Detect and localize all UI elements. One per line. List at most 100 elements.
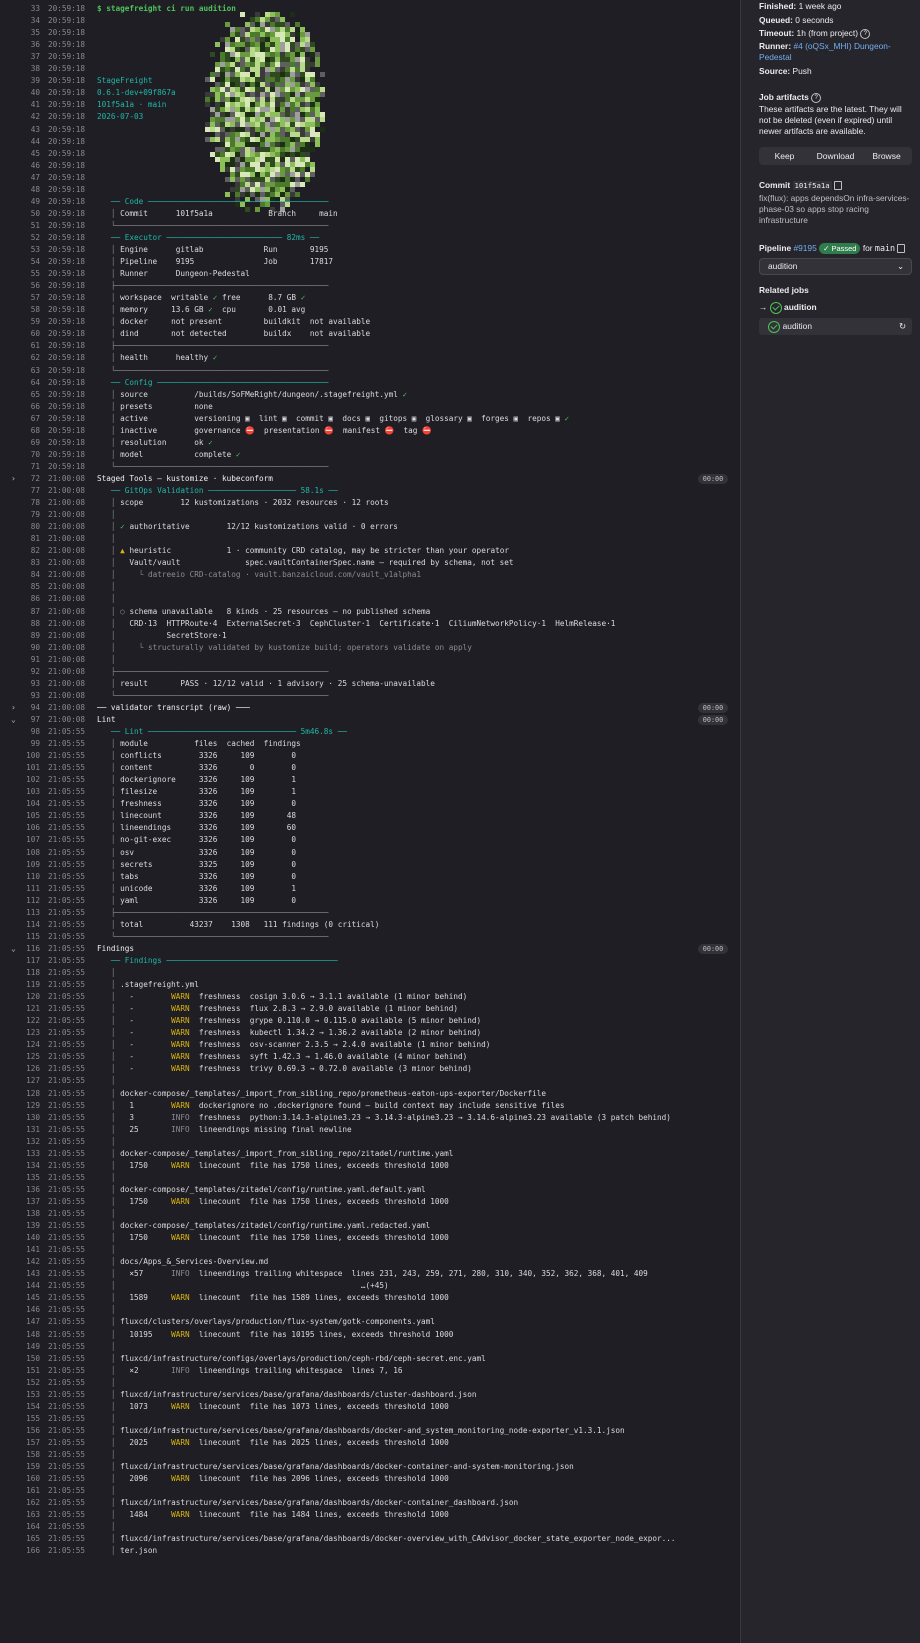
line-number[interactable]: 60 xyxy=(16,328,40,340)
line-number[interactable]: 161 xyxy=(16,1485,40,1497)
line-number[interactable]: 112 xyxy=(16,895,40,907)
line-number[interactable]: 61 xyxy=(16,340,40,352)
line-number[interactable]: 40 xyxy=(16,87,40,99)
line-number[interactable]: 163 xyxy=(16,1509,40,1521)
download-button[interactable]: Download xyxy=(810,147,861,165)
log-line[interactable]: › 94 21:00:08 ── validator transcript (raw)… xyxy=(0,702,740,714)
line-number[interactable]: 142 xyxy=(16,1256,40,1268)
help-icon[interactable]: ? xyxy=(811,92,822,103)
line-number[interactable]: 34 xyxy=(16,15,40,27)
pipeline-branch[interactable]: main xyxy=(875,243,895,253)
line-number[interactable]: 69 xyxy=(16,437,40,449)
line-number[interactable]: 101 xyxy=(16,762,40,774)
line-number[interactable]: 98 xyxy=(16,726,40,738)
line-number[interactable]: 92 xyxy=(16,666,40,678)
line-number[interactable]: 151 xyxy=(16,1365,40,1377)
line-number[interactable]: 157 xyxy=(16,1437,40,1449)
log-line[interactable]: ⌄ 116 21:05:55 Findings xyxy=(0,943,740,955)
line-number[interactable]: 36 xyxy=(16,39,40,51)
line-number[interactable]: 143 xyxy=(16,1268,40,1280)
line-number[interactable]: 132 xyxy=(16,1136,40,1148)
line-number[interactable]: 108 xyxy=(16,847,40,859)
pipeline-status-badge[interactable]: ✓ Passed xyxy=(819,243,861,254)
line-number[interactable]: 139 xyxy=(16,1220,40,1232)
line-number[interactable]: 83 xyxy=(16,557,40,569)
line-number[interactable]: 116 xyxy=(16,943,40,955)
line-number[interactable]: 124 xyxy=(16,1039,40,1051)
line-number[interactable]: 85 xyxy=(16,581,40,593)
line-number[interactable]: 164 xyxy=(16,1521,40,1533)
line-number[interactable]: 88 xyxy=(16,618,40,630)
line-number[interactable]: 107 xyxy=(16,834,40,846)
keep-button[interactable]: Keep xyxy=(759,147,810,165)
line-number[interactable]: 67 xyxy=(16,413,40,425)
line-number[interactable]: 71 xyxy=(16,461,40,473)
line-number[interactable]: 150 xyxy=(16,1353,40,1365)
line-number[interactable]: 160 xyxy=(16,1473,40,1485)
line-number[interactable]: 134 xyxy=(16,1160,40,1172)
line-number[interactable]: 145 xyxy=(16,1292,40,1304)
line-number[interactable]: 141 xyxy=(16,1244,40,1256)
line-number[interactable]: 123 xyxy=(16,1027,40,1039)
line-number[interactable]: 62 xyxy=(16,352,40,364)
line-number[interactable]: 121 xyxy=(16,1003,40,1015)
line-number[interactable]: 90 xyxy=(16,642,40,654)
line-number[interactable]: 49 xyxy=(16,196,40,208)
line-number[interactable]: 109 xyxy=(16,859,40,871)
stage-select[interactable]: audition ⌄ xyxy=(759,258,912,275)
log-line[interactable]: › 72 21:00:08 Staged Tools — kustomize · ku… xyxy=(0,473,740,485)
line-number[interactable]: 120 xyxy=(16,991,40,1003)
line-number[interactable]: 59 xyxy=(16,316,40,328)
line-number[interactable]: 48 xyxy=(16,184,40,196)
line-number[interactable]: 70 xyxy=(16,449,40,461)
line-number[interactable]: 133 xyxy=(16,1148,40,1160)
line-number[interactable]: 110 xyxy=(16,871,40,883)
line-number[interactable]: 93 xyxy=(16,678,40,690)
line-number[interactable]: 89 xyxy=(16,630,40,642)
line-number[interactable]: 118 xyxy=(16,967,40,979)
line-number[interactable]: 86 xyxy=(16,593,40,605)
line-number[interactable]: 65 xyxy=(16,389,40,401)
line-number[interactable]: 55 xyxy=(16,268,40,280)
line-number[interactable]: 43 xyxy=(16,124,40,136)
line-number[interactable]: 147 xyxy=(16,1316,40,1328)
line-number[interactable]: 46 xyxy=(16,160,40,172)
line-number[interactable]: 149 xyxy=(16,1341,40,1353)
line-number[interactable]: 153 xyxy=(16,1389,40,1401)
line-number[interactable]: 125 xyxy=(16,1051,40,1063)
line-number[interactable]: 79 xyxy=(16,509,40,521)
line-number[interactable]: 146 xyxy=(16,1304,40,1316)
line-number[interactable]: 94 xyxy=(16,702,40,714)
line-number[interactable]: 102 xyxy=(16,774,40,786)
line-number[interactable]: 87 xyxy=(16,606,40,618)
line-number[interactable]: 136 xyxy=(16,1184,40,1196)
line-number[interactable]: 37 xyxy=(16,51,40,63)
copy-icon[interactable] xyxy=(897,244,906,254)
line-number[interactable]: 165 xyxy=(16,1533,40,1545)
line-number[interactable]: 144 xyxy=(16,1280,40,1292)
line-number[interactable]: 58 xyxy=(16,304,40,316)
line-number[interactable]: 137 xyxy=(16,1196,40,1208)
line-number[interactable]: 54 xyxy=(16,256,40,268)
line-number[interactable]: 105 xyxy=(16,810,40,822)
log-line[interactable]: ⌄ 97 21:00:08 Lint xyxy=(0,714,740,726)
line-number[interactable]: 131 xyxy=(16,1124,40,1136)
line-number[interactable]: 93 xyxy=(16,690,40,702)
commit-sha-link[interactable]: 101f5a1a xyxy=(792,181,832,190)
line-number[interactable]: 57 xyxy=(16,292,40,304)
line-number[interactable]: 158 xyxy=(16,1449,40,1461)
line-number[interactable]: 52 xyxy=(16,232,40,244)
line-number[interactable]: 128 xyxy=(16,1088,40,1100)
line-number[interactable]: 166 xyxy=(16,1545,40,1557)
line-number[interactable]: 99 xyxy=(16,738,40,750)
line-number[interactable]: 106 xyxy=(16,822,40,834)
line-number[interactable]: 45 xyxy=(16,148,40,160)
retry-icon[interactable]: ↻ xyxy=(899,318,906,335)
line-number[interactable]: 162 xyxy=(16,1497,40,1509)
help-icon[interactable]: ? xyxy=(860,28,871,39)
line-number[interactable]: 50 xyxy=(16,208,40,220)
line-number[interactable]: 119 xyxy=(16,979,40,991)
line-number[interactable]: 114 xyxy=(16,919,40,931)
line-number[interactable]: 35 xyxy=(16,27,40,39)
line-number[interactable]: 117 xyxy=(16,955,40,967)
